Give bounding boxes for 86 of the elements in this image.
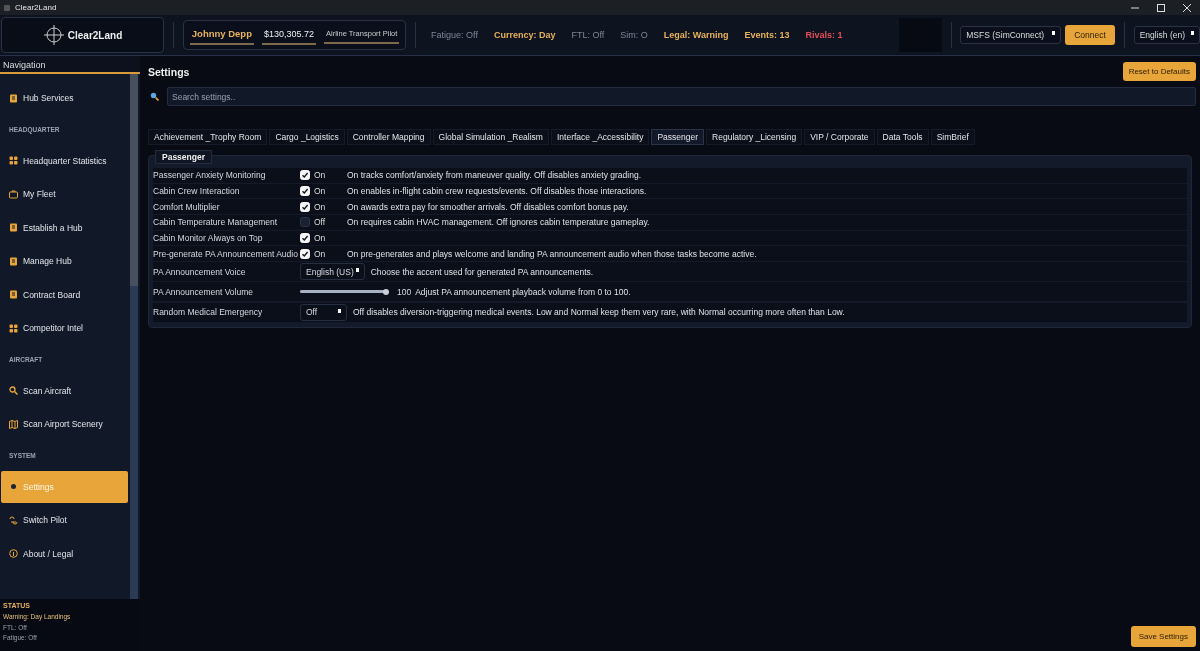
setting-description: On pre-generates and plays welcome and landing PA announcement audio when those tasks become active. xyxy=(347,248,757,259)
checkbox-label: On xyxy=(314,170,326,181)
save-settings-button[interactable]: Save Settings xyxy=(1130,626,1196,647)
setting-label: Cabin Crew Interaction xyxy=(153,185,241,196)
status-indicator: Events: 13 xyxy=(744,30,790,40)
checkbox-label: Off xyxy=(314,217,326,228)
setting-description: On requires cabin HVAC management. Off ignores cabin temperature gameplay. xyxy=(347,217,650,228)
setting-description: On tracks comfort/anxiety from maneuver quality. Off disables anxiety grading. xyxy=(347,170,641,181)
search-icon xyxy=(9,386,18,395)
maximize-icon[interactable] xyxy=(1156,2,1166,13)
setting-label: PA Announcement Voice xyxy=(153,266,247,277)
reset-defaults-button[interactable]: Reset to Defaults xyxy=(1122,62,1196,81)
balance: $130,305.72 xyxy=(261,25,317,45)
tab[interactable]: Achievement _Trophy Room xyxy=(148,129,268,145)
slider-value: 100 xyxy=(397,286,412,297)
close-icon[interactable] xyxy=(1182,2,1192,13)
tab[interactable]: Global Simulation _Realism xyxy=(432,129,549,145)
setting-label: Random Medical Emergency xyxy=(153,307,264,317)
setting-label: Cabin Temperature Management xyxy=(153,217,279,228)
status-indicator: FTL: Off xyxy=(571,30,605,40)
nav-item[interactable]: Scan Airport Scenery xyxy=(1,408,128,440)
connect-button[interactable]: Connect xyxy=(1065,25,1115,45)
grid-icon xyxy=(9,323,18,333)
status-indicator: Rivals: 1 xyxy=(805,30,843,40)
setting-description: Adjust PA announcement playback volume from 0 to 100. xyxy=(415,286,631,297)
slider-thumb[interactable] xyxy=(383,288,389,295)
nav-item[interactable]: Manage Hub xyxy=(1,245,128,277)
status-indicator: Legal: Warning xyxy=(663,30,729,40)
tab[interactable]: SimBrief xyxy=(930,129,975,145)
setting-description: On awards extra pay for smoother arrivals. Off disables comfort bonus pay. xyxy=(347,201,629,212)
status-indicator: Sim: O xyxy=(620,30,648,40)
tab[interactable]: Passenger xyxy=(651,129,705,145)
status-indicator: Fatigue: Off xyxy=(431,30,478,40)
tab[interactable]: Controller Mapping xyxy=(346,129,431,145)
dropdown[interactable]: Off xyxy=(300,303,347,321)
setting-description: On enables in-flight cabin crew requests/events. Off disables those interactions. xyxy=(347,185,647,196)
swap-icon xyxy=(9,515,18,525)
building-icon xyxy=(9,223,18,232)
checkbox-label: On xyxy=(314,185,326,196)
setting-description: Off disables diversion-triggering medical events. Low and Normal keep them very rare, with Normal occurring more often than Low. xyxy=(353,307,845,317)
tab[interactable]: Data Tools xyxy=(876,129,929,145)
pilot-name: Johnny Depp xyxy=(189,25,254,45)
building-icon xyxy=(9,290,18,299)
scrollbar[interactable] xyxy=(130,74,138,599)
nav-item[interactable]: Hub Services xyxy=(1,82,128,114)
nav-item[interactable]: Establish a Hub xyxy=(1,211,128,244)
nav-item[interactable]: Switch Pilot xyxy=(1,504,128,536)
tab[interactable]: Cargo _Logistics xyxy=(269,129,345,145)
crosshair-icon xyxy=(42,24,65,46)
case-icon xyxy=(9,189,18,199)
map-icon xyxy=(9,419,18,429)
setting-description: Choose the accent used for generated PA announcements. xyxy=(370,266,594,277)
building-icon xyxy=(9,256,18,266)
search-icon xyxy=(150,92,159,101)
dropdown[interactable]: English (US) xyxy=(300,263,365,281)
setting-label: Comfort Multiplier xyxy=(153,201,221,212)
setting-label: Passenger Anxiety Monitoring xyxy=(153,170,267,181)
grid-icon xyxy=(9,156,18,165)
nav-item[interactable]: About / Legal xyxy=(1,537,128,570)
language-select[interactable]: English (en) xyxy=(1133,26,1200,44)
building-icon xyxy=(9,93,18,103)
tab[interactable]: Interface _Accessibility xyxy=(550,129,650,145)
tab[interactable]: VIP / Corporate xyxy=(804,129,875,145)
simulator-select[interactable]: MSFS (SimConnect) xyxy=(960,26,1062,44)
setting-label: PA Announcement Volume xyxy=(153,286,255,297)
page-title: Settings xyxy=(148,65,190,78)
search-field[interactable]: Search settings.. xyxy=(167,87,1196,106)
nav-item[interactable]: Contract Board xyxy=(1,278,128,311)
app-icon xyxy=(4,4,10,11)
logo-text: Clear2Land xyxy=(67,29,123,41)
setting-label: Cabin Monitor Always on Top xyxy=(153,233,264,243)
checkbox-label: On xyxy=(314,201,326,212)
nav-item[interactable]: My Fleet xyxy=(1,178,128,210)
nav-item[interactable]: Headquarter Statistics xyxy=(1,144,128,177)
checkbox-label: On xyxy=(314,248,326,259)
info-icon xyxy=(9,549,18,558)
setting-label: Pre-generate PA Announcement Audio xyxy=(153,248,299,259)
status-indicator: Currency: Day xyxy=(493,30,556,40)
nav-item[interactable]: Competitor Intel xyxy=(1,312,128,344)
checkbox[interactable] xyxy=(300,217,310,228)
nav-item[interactable]: Scan Aircraft xyxy=(1,374,128,407)
group-title: Passenger xyxy=(155,150,212,164)
checkbox-label: On xyxy=(314,233,326,243)
window-title: Clear2Land xyxy=(15,3,57,12)
dot-icon xyxy=(9,482,18,491)
tab[interactable]: Regulatory _Licensing xyxy=(706,129,803,145)
